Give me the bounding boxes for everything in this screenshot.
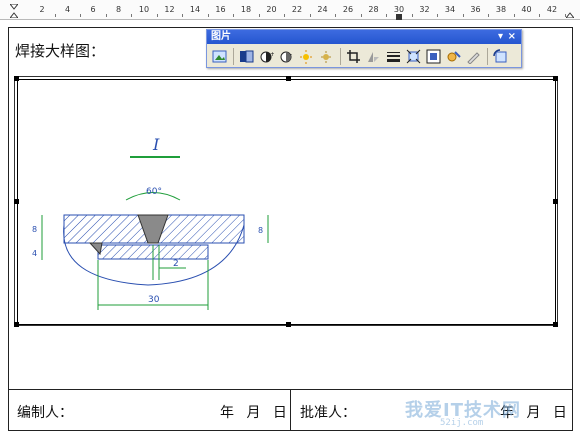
compiler-date-label: 年 月 日 — [220, 405, 287, 421]
ruler-tick — [386, 14, 388, 17]
ruler-mark-label: 34 — [444, 5, 456, 14]
color-icon[interactable] — [237, 47, 256, 66]
ruler-tick — [411, 14, 413, 17]
picture-toolbar[interactable]: 图片 ▾ × + - — [206, 29, 522, 68]
ruler-mark-label: 36 — [470, 5, 481, 14]
ruler-tick — [258, 14, 260, 17]
ruler-tick — [360, 14, 362, 17]
resize-handle-bottom-left[interactable] — [14, 322, 19, 327]
format-picture-icon[interactable] — [444, 47, 463, 66]
ruler-mark-label: 42 — [546, 5, 558, 14]
toolbar-separator — [233, 47, 234, 65]
ruler-tick — [207, 14, 209, 17]
set-transparent-color-icon[interactable] — [464, 47, 483, 66]
toolbar-title-bar[interactable]: 图片 ▾ × — [207, 30, 521, 44]
ruler-mark-label: 12 — [164, 5, 175, 14]
compiler-label: 编制人： — [17, 405, 73, 421]
toolbar-title: 图片 — [211, 31, 231, 42]
angle-label: 60° — [146, 187, 162, 197]
ruler-tick — [335, 14, 337, 17]
ruler-tick — [309, 14, 311, 17]
ruler-mark-label: 8 — [115, 5, 122, 14]
page-title: 焊接大样图： — [15, 42, 106, 60]
dim-left-top: 8 — [32, 225, 37, 234]
ruler-tick — [105, 14, 107, 17]
ruler-mark-label: 10 — [138, 5, 150, 14]
ruler-tick — [462, 14, 464, 17]
ruler-mark-label: 22 — [291, 5, 303, 14]
resize-handle-bottom-right[interactable] — [553, 322, 558, 327]
more-contrast-icon[interactable]: + — [257, 47, 276, 66]
ruler-tick — [80, 14, 82, 17]
ruler-tick — [54, 14, 56, 17]
reset-picture-icon[interactable] — [491, 47, 510, 66]
ruler-tick — [156, 14, 158, 17]
ruler-tick — [488, 14, 490, 17]
watermark-url: 52ij.com — [440, 418, 484, 428]
ruler-indent-marker-icon[interactable] — [8, 3, 20, 19]
toolbar-options-chevron-down-icon[interactable]: ▾ — [498, 30, 503, 44]
ruler-tick — [182, 14, 184, 17]
detail-label: I — [152, 135, 160, 154]
ruler-right-indent-icon[interactable] — [564, 3, 576, 19]
ruler-mark-label: 38 — [495, 5, 507, 14]
less-brightness-icon[interactable] — [317, 47, 336, 66]
ruler-mark-label: 4 — [64, 5, 71, 14]
dim-left-bottom: 4 — [32, 249, 37, 258]
insert-picture-icon[interactable] — [210, 47, 229, 66]
svg-text:-: - — [290, 51, 292, 58]
ruler-tick — [513, 14, 515, 17]
ruler-mark-label: 18 — [240, 5, 252, 14]
ruler-tick — [564, 14, 566, 17]
dim-right: 8 — [258, 226, 263, 235]
ruler-mark-label: 14 — [189, 5, 201, 14]
line-style-icon[interactable] — [384, 47, 403, 66]
toolbar-separator — [487, 47, 488, 65]
horizontal-ruler[interactable]: 2 4 6 8 10 12 14 16 18 20 22 24 26 28 30 32 34 36 38 40 42 — [0, 0, 580, 20]
ruler-mark-label: 40 — [521, 5, 532, 14]
ruler-tick — [233, 14, 235, 17]
ruler-mark-label: 6 — [90, 5, 96, 14]
ruler-tick — [131, 14, 133, 17]
more-brightness-icon[interactable] — [297, 47, 316, 66]
ruler-mark-label: 16 — [215, 5, 226, 14]
ruler-tick — [539, 14, 541, 17]
root-weld — [88, 242, 103, 256]
ruler-mark-label: 24 — [317, 5, 328, 14]
ruler-tick — [284, 14, 286, 17]
ruler-mark-label: 20 — [266, 5, 277, 14]
footer-column-divider — [290, 389, 291, 431]
ruler-tick — [437, 14, 439, 17]
ruler-mark-label: 30 — [393, 5, 405, 14]
ruler-mark-label: 28 — [368, 5, 379, 14]
ruler-mark-label: 26 — [342, 5, 354, 14]
dim-bottom: 30 — [148, 295, 160, 305]
toolbar-close-icon[interactable]: × — [508, 30, 516, 44]
toolbar-separator — [340, 47, 341, 65]
resize-handle-bottom-center[interactable] — [286, 322, 291, 327]
weld-detail-drawing[interactable]: I 60° 8 4 8 2 30 — [18, 80, 318, 320]
dim-gap: 2 — [173, 259, 179, 269]
text-wrapping-icon[interactable] — [424, 47, 443, 66]
ruler-mark-label: 2 — [39, 5, 45, 14]
compress-pictures-icon[interactable] — [404, 47, 423, 66]
crop-icon[interactable] — [344, 47, 363, 66]
resize-handle-top-right[interactable] — [553, 76, 558, 81]
rotate-left-icon[interactable] — [364, 47, 383, 66]
resize-handle-middle-right[interactable] — [553, 199, 558, 204]
less-contrast-icon[interactable]: - — [277, 47, 296, 66]
approver-label: 批准人： — [300, 405, 356, 421]
ruler-mark-label: 32 — [419, 5, 430, 14]
svg-text:+: + — [270, 51, 274, 58]
